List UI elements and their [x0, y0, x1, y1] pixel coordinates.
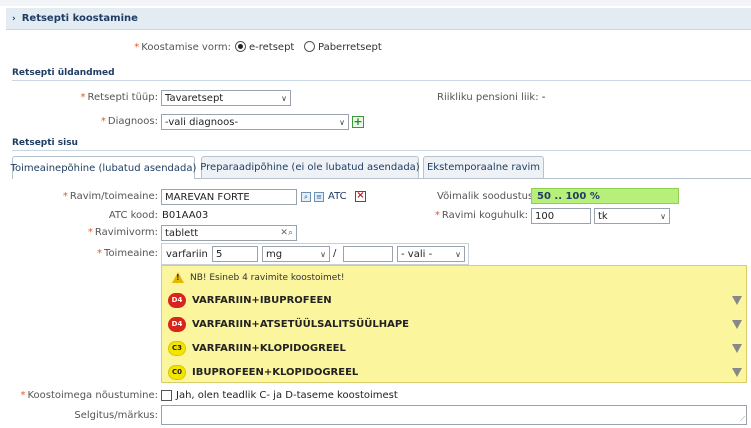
tab-divider — [195, 178, 751, 179]
clear-icon[interactable]: ✕⌕ — [280, 228, 293, 238]
chevron-down-icon: ∨ — [660, 211, 666, 221]
quantity-unit-value: tk — [598, 210, 608, 222]
level-badge: D4 — [168, 316, 186, 332]
consent-label: Koostoimega nõustumine: — [27, 390, 158, 401]
warning-icon — [172, 272, 184, 283]
form-type-label: Koostamise vorm: — [141, 42, 231, 53]
form-type-label-wrap: * Koostamise vorm: — [134, 42, 231, 53]
level-badge: C0 — [168, 364, 186, 380]
quantity-input[interactable]: 100 — [531, 208, 591, 224]
expand-icon[interactable] — [732, 295, 742, 305]
interaction-warning-box: NB! Esineb 4 ravimite koostoimet! D4 VAR… — [161, 265, 747, 383]
warning-header: NB! Esineb 4 ravimite koostoimet! — [172, 272, 344, 283]
search-icon[interactable]: ⌕ — [301, 192, 311, 202]
content-section-title: Retsepti sisu — [12, 138, 78, 148]
atc-value: B01AA03 — [162, 210, 209, 221]
general-divider — [12, 80, 751, 81]
interaction-name: IBUPROFEEN+KLOPIDOGREEL — [192, 366, 359, 378]
chevron-down-icon: ∨ — [320, 249, 326, 259]
tab-ekstemporaalne[interactable]: Ekstemporaalne ravim — [423, 156, 544, 178]
panel-title: Retsepti koostamine — [21, 13, 138, 24]
chevron-down-icon: ∨ — [339, 117, 345, 127]
notes-textarea[interactable]: ⟋ — [161, 405, 747, 425]
type-label-wrap: * Retsepti tüüp: — [80, 92, 158, 103]
remove-icon[interactable]: × — [355, 191, 366, 202]
drug-label-wrap: * Ravim/toimeaine: — [62, 191, 158, 202]
pension-value: - — [541, 92, 546, 103]
form-input[interactable]: tablett ✕⌕ — [161, 225, 297, 241]
type-select-value: Tavaretsept — [165, 92, 224, 104]
resize-handle-icon[interactable]: ⟋ — [740, 415, 745, 424]
panel-header[interactable]: › Retsepti koostamine — [6, 8, 751, 30]
interaction-row[interactable]: D4 VARFARIIN+IBUPROFEEN — [168, 291, 742, 309]
expand-icon[interactable] — [732, 367, 742, 377]
radio-e-retsept[interactable]: e-retsept — [235, 41, 294, 53]
content-divider — [12, 150, 751, 151]
radio-paberretsept-dot[interactable] — [304, 41, 315, 52]
type-select[interactable]: Tavaretsept ∨ — [161, 90, 291, 106]
per-unit-value: - vali - — [401, 248, 433, 260]
quantity-label-wrap: * Ravimi koguhulk: — [434, 210, 528, 221]
diagnosis-select-value: -vali diagnoos- — [165, 116, 239, 128]
per-unit-select[interactable]: - vali - ∨ — [397, 246, 465, 262]
dose-unit-value: mg — [266, 248, 283, 260]
expand-icon[interactable] — [732, 319, 742, 329]
quantity-unit-select[interactable]: tk ∨ — [594, 208, 670, 224]
consent-checkbox-label[interactable]: Jah, olen teadlik C- ja D-taseme koostoi… — [176, 390, 398, 401]
diagnosis-label: Diagnoos: — [107, 116, 158, 127]
chevron-down-icon: ∨ — [281, 93, 287, 103]
discount-value: 50 .. 100 % — [531, 188, 679, 204]
interaction-name: VARFARIIN+KLOPIDOGREEL — [192, 342, 346, 354]
pension-wrap: Riikliku pensioni liik: - — [437, 92, 545, 103]
document-icon[interactable]: ≡ — [314, 192, 324, 202]
interaction-name: VARFARIIN+ATSETÜÜLSALITSÜÜLHAPE — [192, 318, 410, 330]
warning-text: NB! Esineb 4 ravimite koostoimet! — [190, 272, 345, 283]
slash: / — [333, 248, 337, 259]
diagnosis-label-wrap: * Diagnoos: — [100, 116, 158, 127]
radio-paberretsept-label: Paberretsept — [318, 42, 382, 53]
interaction-name: VARFARIIN+IBUPROFEEN — [192, 294, 332, 306]
dose-input[interactable]: 5 — [212, 246, 258, 262]
level-badge: C3 — [168, 340, 186, 356]
interaction-row[interactable]: D4 VARFARIIN+ATSETÜÜLSALITSÜÜLHAPE — [168, 315, 742, 333]
interaction-row[interactable]: C3 VARFARIIN+KLOPIDOGREEL — [168, 339, 742, 357]
form-input-value: tablett — [165, 227, 199, 239]
expand-icon[interactable] — [732, 343, 742, 353]
atc-label: ATC kood: — [108, 210, 158, 221]
quantity-label: Ravimi koguhulk: — [441, 210, 528, 221]
level-badge: D4 — [168, 292, 186, 308]
type-label: Retsepti tüüp: — [87, 92, 158, 103]
substance-label-wrap: * Toimeaine: — [97, 248, 158, 259]
per-input[interactable] — [343, 246, 393, 262]
tab-preparaadipohine[interactable]: Preparaadipõhine (ei ole lubatud asendad… — [200, 156, 420, 178]
substance-label: Toimeaine: — [104, 248, 158, 259]
radio-paberretsept[interactable]: Paberretsept — [304, 41, 382, 53]
add-diagnosis-icon[interactable]: + — [352, 116, 364, 128]
top-strip — [0, 0, 751, 6]
general-section-title: Retsepti üldandmed — [12, 68, 115, 78]
chevron-down-icon: ∨ — [455, 249, 461, 259]
radio-e-retsept-dot[interactable] — [235, 41, 246, 52]
dose-unit-select[interactable]: mg ∨ — [262, 246, 330, 262]
radio-e-retsept-label: e-retsept — [249, 42, 295, 53]
pension-label: Riikliku pensioni liik: — [437, 92, 539, 103]
drug-input[interactable]: MAREVAN FORTE — [161, 189, 297, 205]
interaction-row[interactable]: C0 IBUPROFEEN+KLOPIDOGREEL — [168, 363, 742, 381]
chevron-right-icon: › — [12, 13, 16, 24]
consent-label-wrap: * Koostoimega nõustumine: — [20, 390, 158, 401]
drug-label: Ravim/toimeaine: — [69, 191, 158, 202]
tab-toimeainepohine[interactable]: Toimeainepõhine (lubatud asendada) — [11, 156, 196, 179]
atc-link[interactable]: ATC — [328, 191, 347, 202]
form-label-wrap: * Ravimivorm: — [87, 227, 158, 238]
diagnosis-select[interactable]: -vali diagnoos- ∨ — [161, 114, 349, 130]
notes-label: Selgitus/märkus: — [74, 410, 158, 421]
discount-label: Võimalik soodustus: — [437, 191, 537, 202]
consent-checkbox[interactable] — [161, 390, 172, 401]
substance-name: varfariin — [166, 249, 208, 260]
form-label: Ravimivorm: — [94, 227, 158, 238]
